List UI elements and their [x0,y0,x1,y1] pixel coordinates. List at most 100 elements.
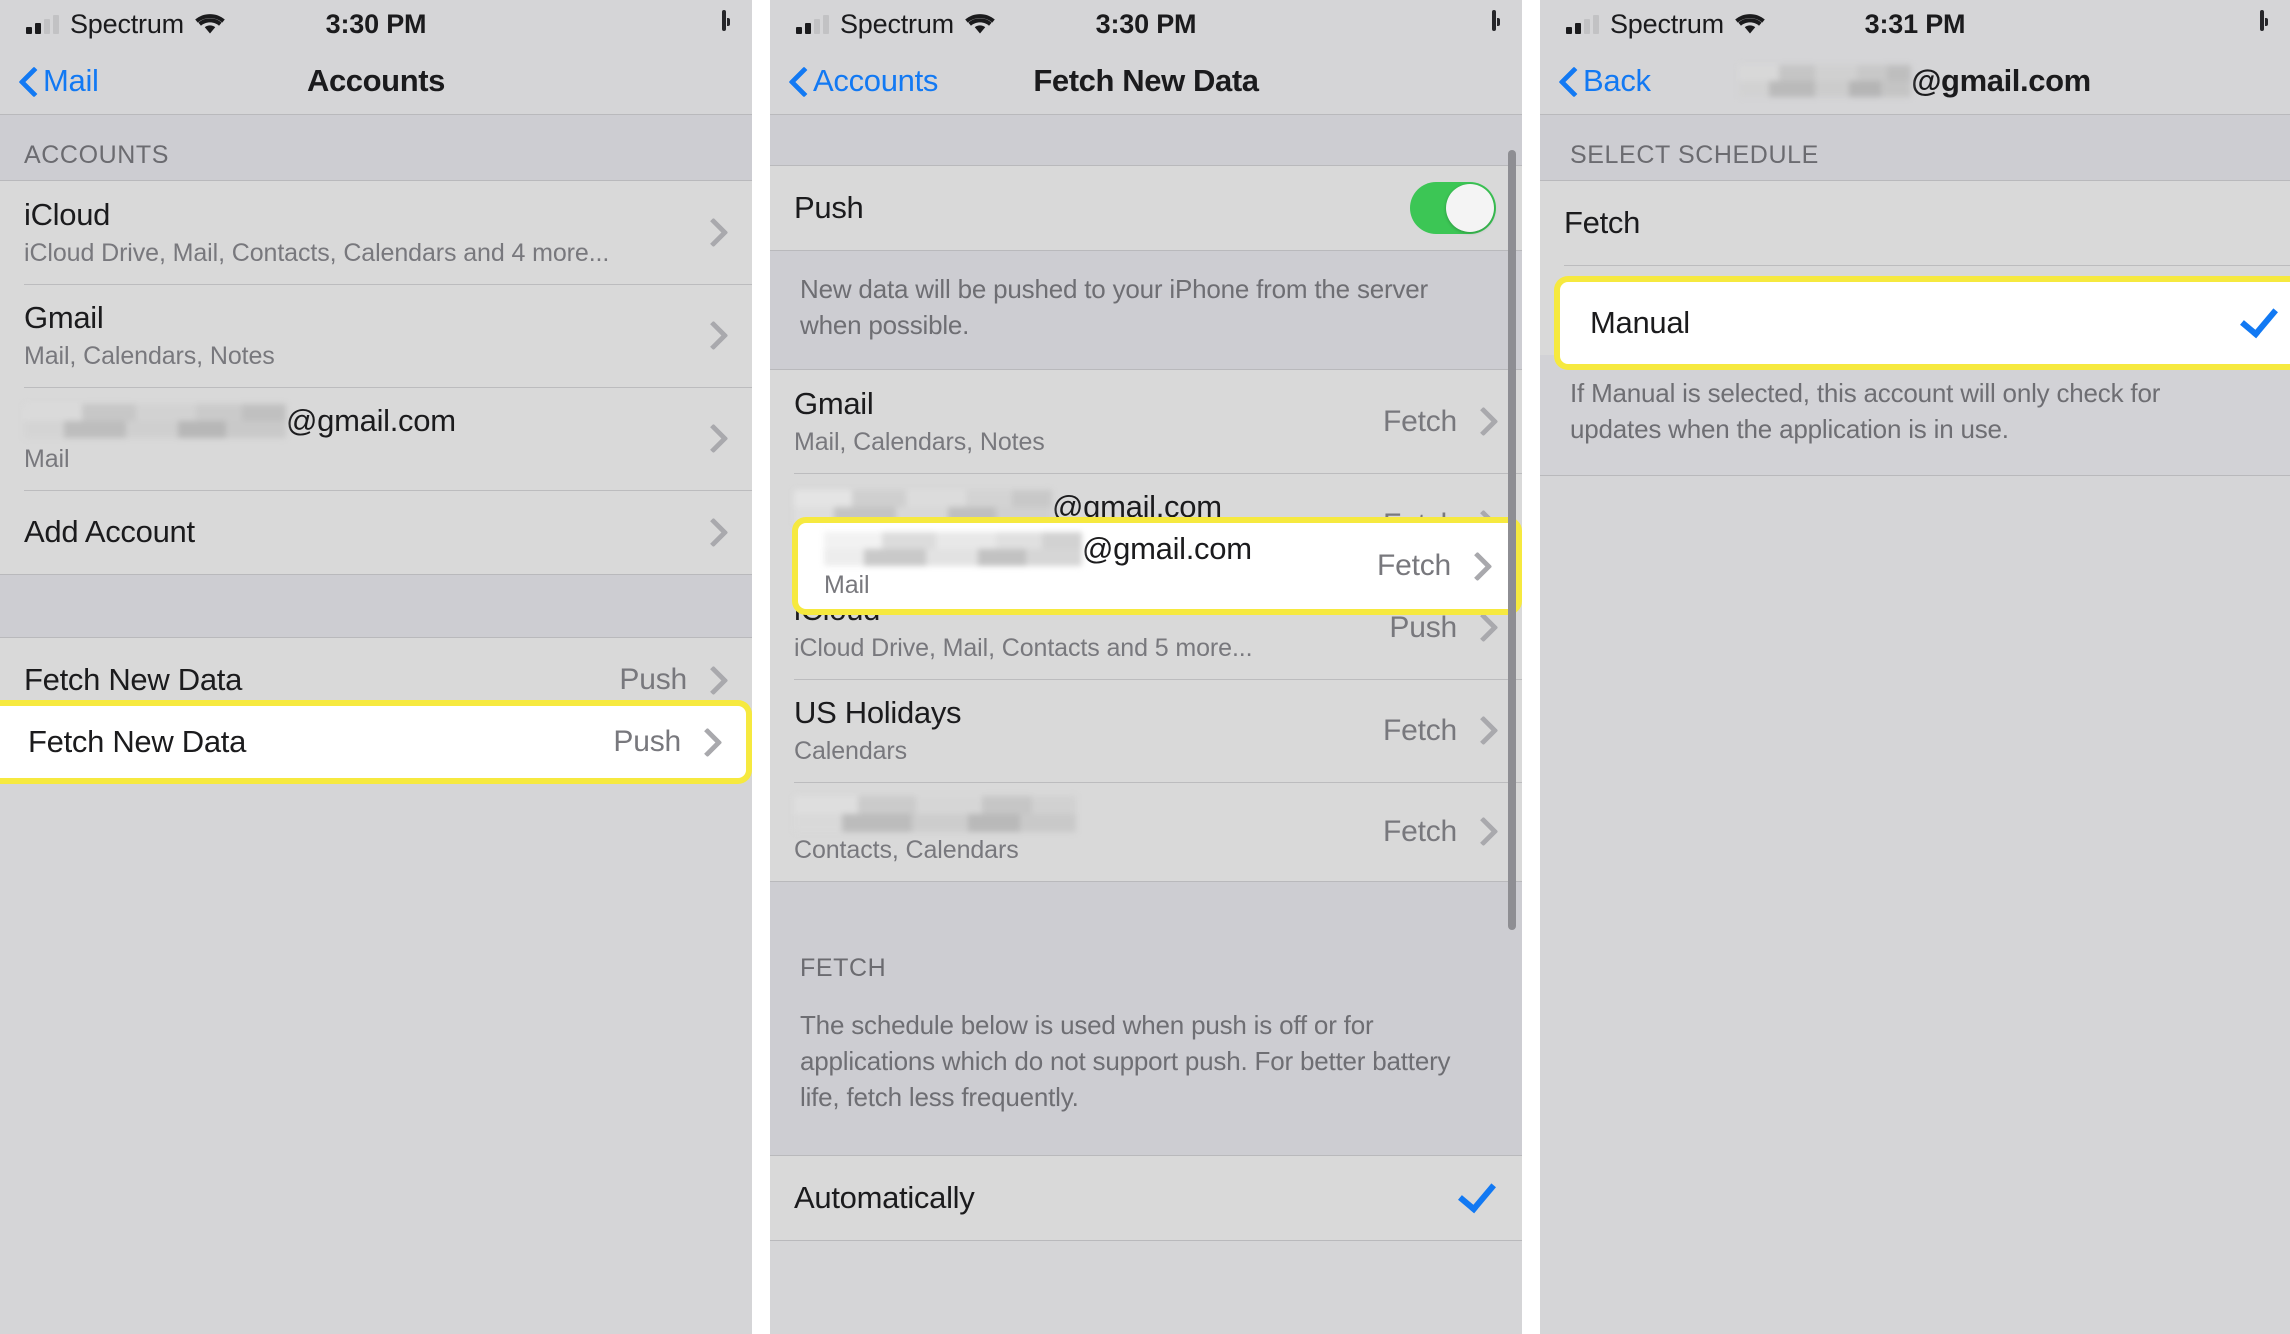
chevron-right-icon [698,423,729,454]
highlight-row-title: Manual [1590,305,1690,340]
battery-icon [1492,10,1496,31]
page-title: Accounts [306,63,446,98]
highlight-content[interactable]: @gmail.com Mail Fetch [798,523,1516,609]
list-item[interactable]: Gmail Mail, Calendars, Notes [0,284,752,387]
battery-icon [2260,10,2264,31]
row-title: Add Account [24,514,195,549]
schedule-list: Automatically [770,1156,1522,1241]
list-item[interactable]: @gmail.com Mail [0,387,752,490]
chevron-right-icon [1468,816,1499,847]
push-description: New data will be pushed to your iPhone f… [770,251,1522,370]
row-subtitle: Contacts, Calendars [794,836,1019,864]
row-text: US Holidays Calendars [794,679,1383,782]
row-subtitle: Calendars [794,737,908,765]
highlight-row-title-text: @gmail.com [1082,530,1252,566]
highlight-box-manual: Manual [1554,276,2290,370]
row-text: @gmail.com Mail [24,387,703,490]
list-item-fetch[interactable]: Fetch [1540,181,2290,265]
row-value: Fetch [1382,814,1457,848]
row-title: Push [794,190,864,225]
nav-bar: Back @gmail.com [1540,48,2290,115]
page-title-text: @gmail.com [1911,63,2091,98]
row-subtitle: Mail, Calendars, Notes [24,342,275,370]
vertical-scrollbar[interactable] [1508,150,1516,930]
toggle-knob [1446,184,1494,232]
redacted-email-icon [24,404,286,438]
status-bar-right [1492,10,1496,31]
chevron-right-icon [698,665,729,695]
row-text: Fetch [1564,189,2290,257]
check-icon [2240,306,2274,340]
row-title: Gmail [794,386,874,421]
row-title: US Holidays [794,695,962,730]
list-item[interactable]: iCloud iCloud Drive, Mail, Contacts, Cal… [0,181,752,284]
row-value: Push [619,663,687,696]
chevron-right-icon [1468,406,1499,437]
row-text: Contacts, Calendars [794,782,1383,881]
status-bar: Spectrum 3:30 PM [0,0,752,48]
redacted-email-icon [1739,65,1912,97]
status-bar-right [722,10,726,31]
row-title: Automatically [794,1180,975,1215]
chevron-right-icon [698,517,729,547]
row-subtitle: Mail [24,445,70,473]
row-title-text: @gmail.com [286,403,456,438]
group-spacer [0,575,752,638]
highlight-content[interactable]: Fetch New Data Push [0,706,746,778]
highlight-row-value: Fetch [1376,549,1451,582]
row-value: Fetch [1382,713,1457,747]
highlight-row-value: Push [613,725,681,758]
row-subtitle: Mail, Calendars, Notes [794,428,1045,456]
row-title [794,796,1383,832]
fetch-description: The schedule below is used when push is … [770,993,1522,1156]
push-toggle[interactable] [1410,182,1496,234]
row-text: Gmail Mail, Calendars, Notes [24,284,703,387]
row-subtitle: iCloud Drive, Mail, Contacts and 5 more.… [794,634,1253,662]
clock-label: 3:31 PM [1864,9,1966,39]
redacted-account-icon [794,796,1076,832]
list-item-automatically[interactable]: Automatically [770,1156,1522,1240]
clock-label: 3:30 PM [1095,9,1197,39]
row-value: Fetch [1382,404,1457,438]
row-value: Push [1389,610,1457,644]
page-title: Fetch New Data [1033,63,1259,98]
redacted-email-icon [824,531,1082,566]
list-item[interactable]: Contacts, Calendars Fetch [770,782,1522,881]
nav-bar: Mail Accounts [0,48,752,115]
chevron-right-icon [692,727,723,757]
row-title: Gmail [24,300,104,335]
chevron-right-icon [698,320,729,351]
highlight-row-title: @gmail.com [824,531,1377,567]
section-header-select-schedule: SELECT SCHEDULE [1540,115,2290,181]
highlight-box-fetch-new-data: Fetch New Data Push [0,700,752,784]
status-bar: Spectrum 3:31 PM [1540,0,2290,48]
section-header-accounts: ACCOUNTS [0,115,752,181]
list-item[interactable]: Gmail Mail, Calendars, Notes Fetch [770,370,1522,473]
panel-select-schedule: Spectrum 3:31 PM Back @gmail.com SELECT … [1540,0,2290,1334]
list-item-push[interactable]: Push [770,166,1522,250]
row-text: Automatically [794,1164,1458,1232]
row-subtitle: iCloud Drive, Mail, Contacts, Calendars … [24,239,610,267]
group-spacer [770,115,1522,166]
row-title: Fetch [1564,205,1641,240]
list-item-add-account[interactable]: Add Account [0,490,752,574]
highlight-box-gmail-account: @gmail.com Mail Fetch [792,517,1522,615]
highlight-row-title: Fetch New Data [28,724,247,759]
row-text: Push [794,174,1410,242]
page-title: @gmail.com [1540,48,2290,114]
row-text: Add Account [24,498,703,566]
panel-fetch-new-data: Spectrum 3:30 PM Accounts Fetch New Data [770,0,1522,1334]
highlight-row-subtitle: Mail [824,570,870,599]
row-text: Gmail Mail, Calendars, Notes [794,370,1383,473]
list-item[interactable]: US Holidays Calendars Fetch [770,679,1522,782]
chevron-right-icon [1462,551,1493,581]
row-title: iCloud [24,197,111,232]
chevron-right-icon [1468,612,1499,643]
status-bar: Spectrum 3:30 PM [770,0,1522,48]
highlight-content[interactable]: Manual [1560,282,2290,364]
panel-accounts: Spectrum 3:30 PM Mail Accounts ACCOUNTS [0,0,752,1334]
check-icon [1458,1181,1492,1215]
chevron-right-icon [1468,715,1499,746]
chevron-right-icon [698,217,729,248]
accounts-list: iCloud iCloud Drive, Mail, Contacts, Cal… [0,181,752,575]
